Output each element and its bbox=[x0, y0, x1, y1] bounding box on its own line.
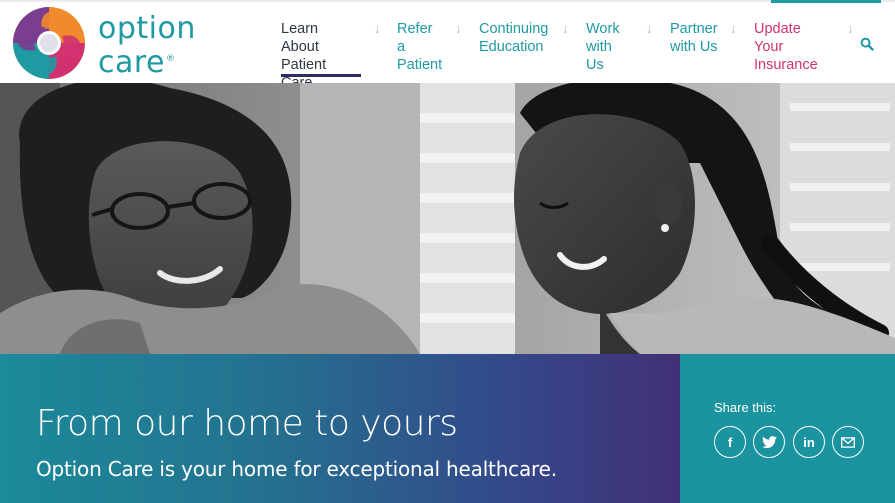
option-care-logo[interactable]: option care® bbox=[12, 6, 202, 80]
banner-title: From our home to yours bbox=[36, 403, 458, 444]
logo-line-2: care bbox=[98, 45, 166, 80]
logo-mark-icon bbox=[13, 7, 85, 79]
nav-label-line-2: with Us bbox=[586, 39, 612, 73]
email-icon bbox=[841, 436, 855, 448]
facebook-icon: f bbox=[727, 434, 733, 450]
arrow-down-icon: ↓ bbox=[646, 20, 653, 36]
active-indicator bbox=[281, 74, 361, 77]
share-email-button[interactable] bbox=[832, 426, 864, 458]
arrow-down-icon: ↓ bbox=[847, 20, 854, 36]
logo-line-1: option bbox=[98, 11, 196, 46]
share-label: Share this: bbox=[714, 400, 777, 415]
nav-label-line-1: Partner bbox=[670, 21, 718, 37]
nav-learn-about-patient-care[interactable]: Learn About Patient Care bbox=[281, 20, 361, 91]
arrow-down-icon: ↓ bbox=[562, 20, 569, 36]
banner-subtitle: Option Care is your home for exceptional… bbox=[36, 457, 557, 481]
registered-mark: ® bbox=[166, 54, 176, 64]
header-top-border bbox=[0, 0, 895, 2]
nav-label-line-2: Education bbox=[479, 39, 544, 55]
nav-label-line-1: Continuing bbox=[479, 21, 549, 37]
site-header: option care® Learn About Patient Care ↓ … bbox=[0, 0, 895, 91]
linkedin-icon: in bbox=[803, 434, 815, 450]
arrow-down-icon: ↓ bbox=[374, 20, 381, 36]
hero-image bbox=[0, 83, 895, 354]
share-twitter-button[interactable] bbox=[753, 426, 785, 458]
nav-label-line-1: Refer a bbox=[397, 21, 433, 55]
logo-wordmark: option care® bbox=[98, 14, 196, 78]
nav-label-line-2: Patient bbox=[397, 57, 443, 73]
share-facebook-button[interactable]: f bbox=[714, 426, 746, 458]
share-panel: Share this: f in bbox=[680, 354, 895, 503]
hero-photo bbox=[0, 83, 895, 354]
nav-partner-with-us[interactable]: Partner with Us bbox=[670, 20, 718, 80]
share-linkedin-button[interactable]: in bbox=[793, 426, 825, 458]
nav-label-line-1: Update Your bbox=[754, 21, 801, 55]
nav-update-your-insurance[interactable]: Update Your Insurance bbox=[754, 20, 818, 80]
nav-label-line-1: Work bbox=[586, 21, 620, 37]
nav-work-with-us[interactable]: Work with Us bbox=[586, 20, 620, 80]
arrow-down-icon: ↓ bbox=[455, 20, 462, 36]
nav-refer-a-patient[interactable]: Refer a Patient bbox=[397, 20, 442, 80]
twitter-icon bbox=[761, 435, 777, 448]
search-icon[interactable] bbox=[860, 37, 874, 51]
nav-continuing-education[interactable]: Continuing Education bbox=[479, 20, 548, 80]
arrow-down-icon: ↓ bbox=[730, 20, 737, 36]
nav-label-line-2: with Us bbox=[670, 39, 718, 55]
nav-label-line-2: Insurance bbox=[754, 57, 818, 73]
header-accent-bar bbox=[771, 0, 881, 3]
hero-banner: From our home to yours Option Care is yo… bbox=[0, 354, 680, 503]
nav-label-line-1: Learn About bbox=[281, 21, 319, 55]
